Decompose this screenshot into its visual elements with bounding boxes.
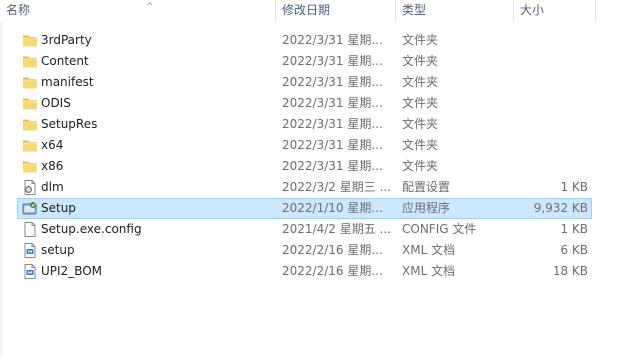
- file-date-modified: 2021/4/2 星期五 ...: [282, 222, 391, 236]
- file-row[interactable]: Content 2022/3/31 星期... 文件夹: [17, 51, 592, 72]
- file-name: manifest: [41, 75, 94, 89]
- file-type: 文件夹: [402, 75, 439, 89]
- document-icon: [22, 222, 38, 237]
- file-name: Setup.exe.config: [41, 222, 142, 236]
- file-name: Content: [41, 54, 89, 68]
- file-row[interactable]: SetupRes 2022/3/31 星期... 文件夹: [17, 114, 592, 135]
- file-type: 文件夹: [402, 33, 439, 47]
- file-size: [518, 115, 588, 134]
- folder-icon: [22, 117, 38, 132]
- file-type: 文件夹: [402, 117, 439, 131]
- file-name: ODIS: [41, 96, 71, 110]
- column-header-type[interactable]: 类型: [396, 0, 514, 22]
- column-header-size-label: 大小: [520, 3, 545, 17]
- file-type: 文件夹: [402, 54, 439, 68]
- folder-icon: [22, 33, 38, 48]
- file-name: UPI2_BOM: [41, 264, 103, 278]
- file-date-modified: 2022/2/16 星期...: [282, 264, 383, 278]
- file-row[interactable]: x64 2022/3/31 星期... 文件夹: [17, 135, 592, 156]
- folder-icon: [22, 138, 38, 153]
- folder-icon: [22, 159, 38, 174]
- file-type: XML 文档: [402, 264, 456, 278]
- file-date-modified: 2022/3/2 星期三 ...: [282, 180, 391, 194]
- file-type: XML 文档: [402, 243, 456, 257]
- file-name: x64: [41, 138, 64, 152]
- file-type: 应用程序: [402, 201, 451, 215]
- file-name: dlm: [41, 180, 64, 194]
- file-type: 文件夹: [402, 138, 439, 152]
- xml-file-icon: [22, 243, 38, 258]
- folder-icon: [22, 54, 38, 69]
- config-file-icon: [22, 180, 38, 195]
- column-header-bar: 名称 ^ 修改日期 类型 大小: [0, 0, 621, 22]
- file-size: [518, 52, 588, 71]
- file-name: 3rdParty: [41, 33, 92, 47]
- setup-app-icon: [22, 201, 38, 216]
- folder-icon: [22, 96, 38, 111]
- file-type: CONFIG 文件: [402, 222, 477, 236]
- column-header-date[interactable]: 修改日期: [276, 0, 396, 22]
- xml-file-icon: [22, 264, 38, 279]
- file-size: [518, 136, 588, 155]
- file-type: 文件夹: [402, 96, 439, 110]
- file-name: x86: [41, 159, 64, 173]
- file-size: [518, 157, 588, 176]
- file-size: 6 KB: [560, 243, 588, 257]
- file-size: 1 KB: [560, 222, 588, 236]
- file-row[interactable]: dlm 2022/3/2 星期三 ... 配置设置 1 KB: [17, 177, 592, 198]
- file-name: setup: [41, 243, 75, 257]
- navigation-pane-edge: [0, 0, 3, 357]
- file-row[interactable]: manifest 2022/3/31 星期... 文件夹: [17, 72, 592, 93]
- file-row[interactable]: setup 2022/2/16 星期... XML 文档 6 KB: [17, 240, 592, 261]
- file-date-modified: 2022/3/31 星期...: [282, 138, 383, 152]
- file-size: [518, 94, 588, 113]
- column-header-name-label: 名称: [6, 3, 31, 17]
- column-header-date-label: 修改日期: [282, 3, 331, 17]
- file-size: 1 KB: [560, 180, 588, 194]
- file-date-modified: 2022/3/31 星期...: [282, 96, 383, 110]
- file-size: [518, 73, 588, 92]
- file-row[interactable]: 3rdParty 2022/3/31 星期... 文件夹: [17, 30, 592, 51]
- file-date-modified: 2022/3/31 星期...: [282, 75, 383, 89]
- file-explorer: 名称 ^ 修改日期 类型 大小 3rdParty 2022/3/31 星期... 文…: [0, 0, 621, 357]
- file-size: 9,932 KB: [533, 201, 588, 215]
- column-header-name[interactable]: 名称 ^: [0, 0, 276, 22]
- file-name: Setup: [41, 201, 76, 215]
- file-type: 配置设置: [402, 180, 451, 194]
- column-header-size[interactable]: 大小: [514, 0, 596, 22]
- file-date-modified: 2022/3/31 星期...: [282, 54, 383, 68]
- file-date-modified: 2022/3/31 星期...: [282, 33, 383, 47]
- file-size: 18 KB: [552, 264, 588, 278]
- file-size: [518, 31, 588, 50]
- column-header-type-label: 类型: [402, 3, 427, 17]
- file-date-modified: 2022/2/16 星期...: [282, 243, 383, 257]
- folder-icon: [22, 75, 38, 90]
- file-date-modified: 2022/3/31 星期...: [282, 117, 383, 131]
- sort-ascending-icon: ^: [146, 2, 154, 12]
- file-row[interactable]: ODIS 2022/3/31 星期... 文件夹: [17, 93, 592, 114]
- file-row[interactable]: Setup.exe.config 2021/4/2 星期五 ... CONFIG 文…: [17, 219, 592, 240]
- file-type: 文件夹: [402, 159, 439, 173]
- file-row[interactable]: x86 2022/3/31 星期... 文件夹: [17, 156, 592, 177]
- file-row[interactable]: Setup 2022/1/10 星期... 应用程序 9,932 KB: [17, 198, 592, 219]
- file-date-modified: 2022/3/31 星期...: [282, 159, 383, 173]
- file-row[interactable]: UPI2_BOM 2022/2/16 星期... XML 文档 18 KB: [17, 261, 592, 282]
- file-date-modified: 2022/1/10 星期...: [282, 201, 383, 215]
- file-name: SetupRes: [41, 117, 98, 131]
- file-list: 3rdParty 2022/3/31 星期... 文件夹 Content 2022/3…: [17, 30, 592, 282]
